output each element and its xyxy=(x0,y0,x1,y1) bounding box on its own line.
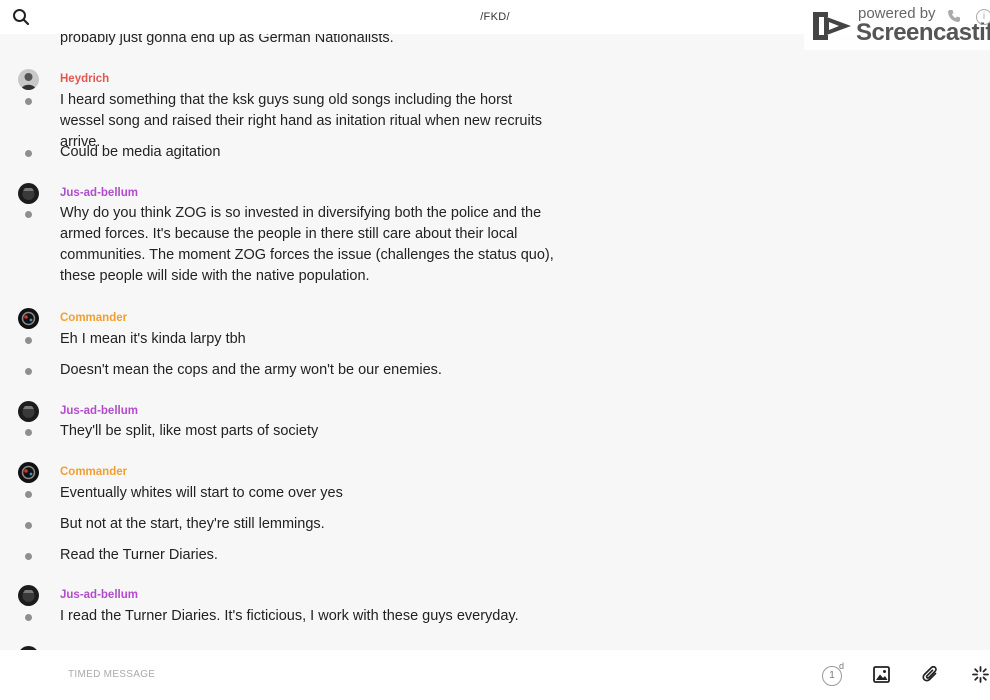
sparkle-icon[interactable] xyxy=(972,666,989,683)
message-text: But not at the start, they're still lemm… xyxy=(60,516,325,532)
screencastify-watermark: powered by Screencastify i xyxy=(804,0,990,50)
message-text: Eh I mean it's kinda larpy tbh xyxy=(60,331,246,347)
composer-bar: TIMED MESSAGE 1 d xyxy=(0,650,990,700)
message-list: probably just gonna end up as German Nat… xyxy=(0,34,990,650)
user-avatar-icon xyxy=(18,585,39,606)
message-bullet xyxy=(25,429,32,436)
phone-icon xyxy=(948,10,960,22)
message-author[interactable]: Jus-ad-bellum xyxy=(60,187,138,199)
message-text: Eventually whites will start to come ove… xyxy=(60,485,343,501)
user-avatar-icon xyxy=(18,401,39,422)
message-author[interactable]: Commander xyxy=(60,466,127,478)
screencastify-logo-icon xyxy=(813,12,851,40)
avatar[interactable] xyxy=(18,183,39,204)
avatar[interactable] xyxy=(18,401,39,422)
message-bullet xyxy=(25,211,32,218)
info-icon: i xyxy=(976,9,990,25)
timer-button[interactable]: 1 d xyxy=(822,661,846,686)
message-author[interactable]: Heydrich xyxy=(60,73,109,85)
message-bullet xyxy=(25,150,32,157)
paperclip-icon[interactable] xyxy=(922,665,940,685)
message-bullet xyxy=(25,553,32,560)
message-bullet xyxy=(25,337,32,344)
avatar[interactable] xyxy=(18,308,39,329)
message-text: Doesn't mean the cops and the army won't… xyxy=(60,362,442,378)
avatar[interactable] xyxy=(18,585,39,606)
avatar[interactable] xyxy=(18,462,39,483)
message-text: Read the Turner Diaries. xyxy=(60,547,218,563)
avatar[interactable] xyxy=(18,69,39,90)
message-text: probably just gonna end up as German Nat… xyxy=(60,34,394,46)
message-text: Why do you think ZOG is so invested in d… xyxy=(60,205,554,284)
image-icon[interactable] xyxy=(873,666,890,683)
user-avatar-icon xyxy=(18,69,39,90)
message-author[interactable]: Jus-ad-bellum xyxy=(60,405,138,417)
user-avatar-icon xyxy=(18,183,39,204)
message-bullet xyxy=(25,98,32,105)
message-bullet xyxy=(25,614,32,621)
message-input[interactable]: TIMED MESSAGE xyxy=(68,669,155,680)
message-bullet xyxy=(25,491,32,498)
user-avatar-icon xyxy=(18,308,39,329)
message-bullet xyxy=(25,368,32,375)
message-text: They'll be split, like most parts of soc… xyxy=(60,423,319,439)
watermark-brand: Screencastify xyxy=(856,19,990,46)
message-author[interactable]: Jus-ad-bellum xyxy=(60,589,138,601)
timer-unit: d xyxy=(839,661,845,671)
user-avatar-icon xyxy=(18,462,39,483)
message-text: I read the Turner Diaries. It's ficticio… xyxy=(60,608,519,624)
message-bullet xyxy=(25,522,32,529)
message-text: Could be media agitation xyxy=(60,144,221,160)
message-author[interactable]: Commander xyxy=(60,312,127,324)
